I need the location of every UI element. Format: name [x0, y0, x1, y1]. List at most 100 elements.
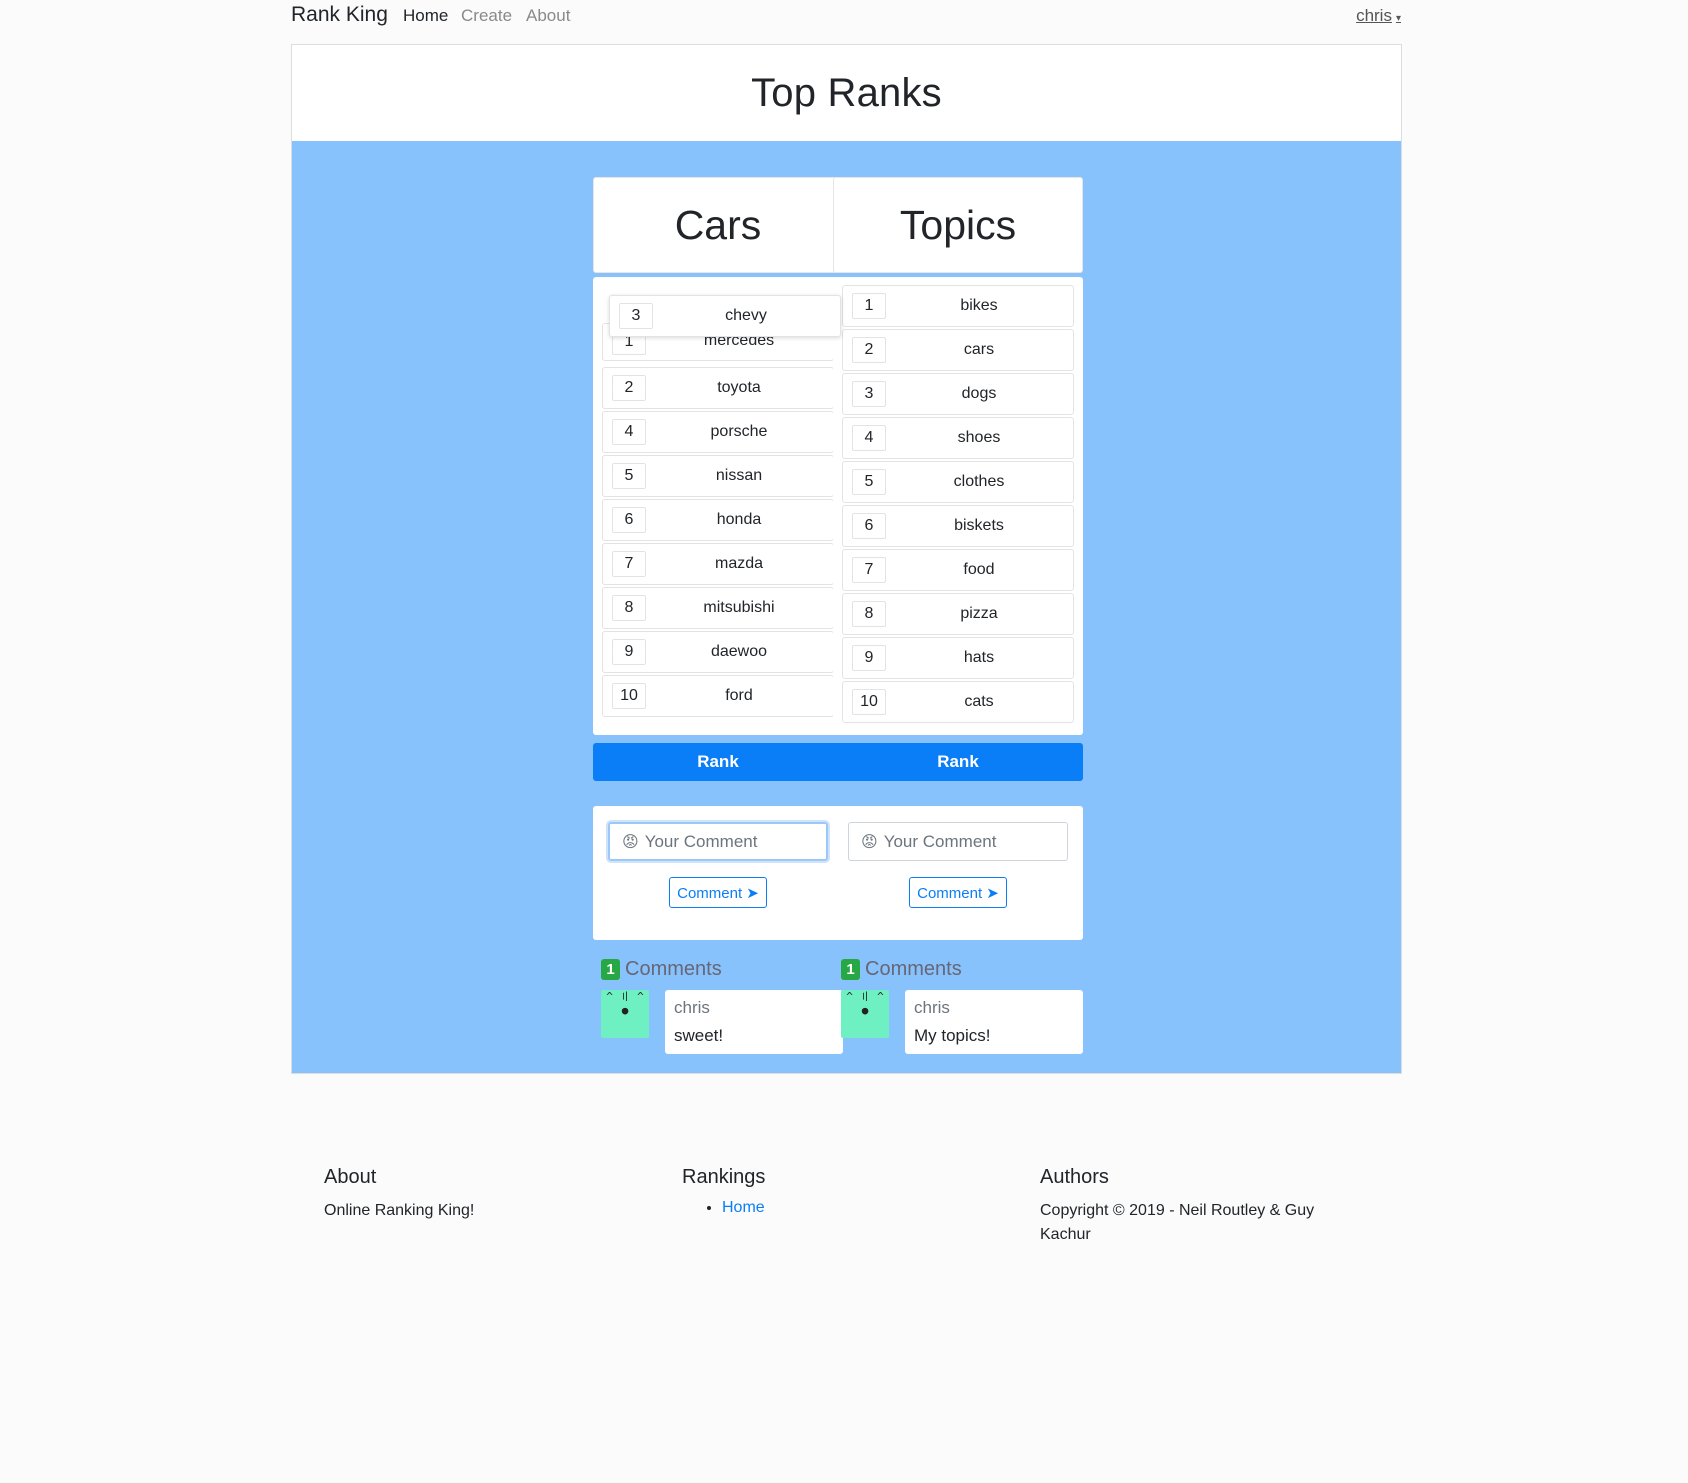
comment-button[interactable]: Comment ➤ — [909, 877, 1007, 908]
rank-item-label: dogs — [961, 385, 997, 402]
caret-down-icon: ▾ — [1395, 13, 1401, 24]
rank-number: 8 — [852, 601, 886, 627]
rank-item-label: nissan — [715, 467, 763, 484]
avatar: ^ 〢 ^ ● — [601, 990, 649, 1038]
rank-number: 2 — [612, 375, 646, 401]
rank-item[interactable]: 7 mazda — [602, 543, 834, 585]
rank-item-dragging[interactable]: 3 chevy — [609, 295, 841, 337]
rank-number: 10 — [612, 683, 646, 709]
footer-copyright: Copyright © 2019 - Neil Routley & Guy Kac… — [1040, 1199, 1340, 1247]
rank-item-label: honda — [716, 511, 762, 528]
rankings-area: Cars 3 chevy 1 mercedes 2 toyota 4 porsc… — [292, 141, 1401, 1073]
comment-author: chris — [674, 998, 710, 1017]
brand-logo[interactable]: Rank King — [291, 3, 388, 27]
rank-list: 1 bikes 2 cars 3 dogs 4 shoes 5 clothes … — [833, 277, 1083, 735]
list-item: Home — [722, 1199, 765, 1217]
footer-about-text: Online Ranking King! — [324, 1202, 475, 1219]
footer-authors-title: Authors — [1040, 1166, 1109, 1188]
rank-item[interactable]: 6 honda — [602, 499, 834, 541]
rank-item[interactable]: 4 shoes — [842, 417, 1074, 459]
rank-item[interactable]: 10 ford — [602, 675, 834, 717]
rank-item-label: ford — [725, 687, 753, 704]
nav-link-about[interactable]: About — [526, 6, 570, 26]
comment-form: 😡 Your Comment Comment ➤ — [833, 806, 1083, 940]
comment-card: chris sweet! — [665, 990, 843, 1054]
rank-number: 9 — [612, 639, 646, 665]
comment-input[interactable]: 😡 Your Comment — [848, 822, 1068, 861]
rank-item-label: cats — [964, 693, 994, 710]
rank-item[interactable]: 5 clothes — [842, 461, 1074, 503]
rank-number: 9 — [852, 645, 886, 671]
rank-number: 3 — [852, 381, 886, 407]
rank-button[interactable]: Rank — [593, 743, 843, 781]
comment-card: chris My topics! — [905, 990, 1083, 1054]
rank-item-label: hats — [963, 649, 995, 666]
rank-item-label: porsche — [710, 423, 768, 440]
comment-text: My topics! — [914, 1026, 991, 1045]
comment-placeholder: Your Comment — [644, 831, 758, 851]
rank-number: 5 — [612, 463, 646, 489]
rank-item[interactable]: 8 pizza — [842, 593, 1074, 635]
rank-number: 3 — [619, 303, 653, 329]
footer-about-title: About — [324, 1166, 377, 1188]
nav-link-home[interactable]: Home — [403, 6, 448, 26]
user-menu[interactable]: chris ▾ — [1356, 6, 1401, 26]
comments-header: 1 Comments — [593, 958, 843, 981]
rank-item-label: mitsubishi — [703, 599, 775, 616]
rank-item[interactable]: 2 toyota — [602, 367, 834, 409]
ranking-column-cars: Cars 3 chevy 1 mercedes 2 toyota 4 porsc… — [593, 177, 843, 1056]
ranking-column-topics: Topics 1 bikes 2 cars 3 dogs 4 shoes 5 c… — [833, 177, 1083, 1056]
comments-header: 1 Comments — [833, 958, 1083, 981]
rank-item[interactable]: 6 biskets — [842, 505, 1074, 547]
emoji-icon[interactable]: 😡 — [622, 832, 639, 852]
nav-link-create[interactable]: Create — [461, 6, 512, 26]
rank-item[interactable]: 10 cats — [842, 681, 1074, 723]
comment-form: 😡 Your Comment Comment ➤ — [593, 806, 843, 940]
rank-number: 6 — [612, 507, 646, 533]
rank-number: 8 — [612, 595, 646, 621]
column-title: Topics — [833, 177, 1083, 273]
emoji-icon[interactable]: 😡 — [861, 832, 878, 852]
comments-label: Comments — [625, 958, 722, 980]
rank-number: 7 — [612, 551, 646, 577]
comments-label: Comments — [865, 958, 962, 980]
rank-item-label: clothes — [953, 473, 1005, 490]
rank-item-label: pizza — [960, 605, 998, 622]
rank-item[interactable]: 4 porsche — [602, 411, 834, 453]
rank-item[interactable]: 9 daewoo — [602, 631, 834, 673]
rank-number: 1 — [852, 293, 886, 319]
rank-item-label: cars — [963, 341, 995, 358]
footer-about: About Online Ranking King! — [324, 1166, 474, 1223]
rank-number: 5 — [852, 469, 886, 495]
comment-item: ^ 〢 ^ ● chris sweet! — [593, 990, 843, 1056]
avatar: ^ 〢 ^ ● — [841, 990, 889, 1038]
user-name: chris — [1356, 6, 1392, 25]
copyright-line-2: Kachur — [1040, 1226, 1091, 1243]
rank-item-label: bikes — [960, 297, 998, 314]
footer-rankings: Rankings Home — [682, 1166, 765, 1217]
rank-item[interactable]: 8 mitsubishi — [602, 587, 834, 629]
comment-input[interactable]: 😡 Your Comment — [608, 822, 828, 861]
comment-count-badge: 1 — [601, 959, 620, 980]
rank-item[interactable]: 5 nissan — [602, 455, 834, 497]
rank-item[interactable]: 2 cars — [842, 329, 1074, 371]
rank-number: 4 — [852, 425, 886, 451]
comment-count-badge: 1 — [841, 959, 860, 980]
comment-button[interactable]: Comment ➤ — [669, 877, 767, 908]
rank-item-label: mazda — [714, 555, 764, 572]
rank-button[interactable]: Rank — [833, 743, 1083, 781]
rank-item[interactable]: 1 bikes — [842, 285, 1074, 327]
rank-item[interactable]: 7 food — [842, 549, 1074, 591]
comment-placeholder: Your Comment — [883, 831, 997, 851]
main-panel: Top Ranks Cars 3 chevy 1 mercedes 2 toyo… — [291, 44, 1402, 1074]
rank-item[interactable]: 3 dogs — [842, 373, 1074, 415]
footer-home-link[interactable]: Home — [722, 1199, 765, 1216]
footer-authors: Authors Copyright © 2019 - Neil Routley … — [1040, 1166, 1340, 1247]
rank-item-label: chevy — [725, 307, 767, 324]
rank-item-label: biskets — [954, 517, 1004, 534]
column-title: Cars — [593, 177, 843, 273]
rank-item[interactable]: 9 hats — [842, 637, 1074, 679]
navbar: Rank King Home Create About chris ▾ — [291, 0, 1401, 36]
rank-list: 3 chevy 1 mercedes 2 toyota 4 porsche 5 — [593, 277, 843, 735]
rank-number: 7 — [852, 557, 886, 583]
